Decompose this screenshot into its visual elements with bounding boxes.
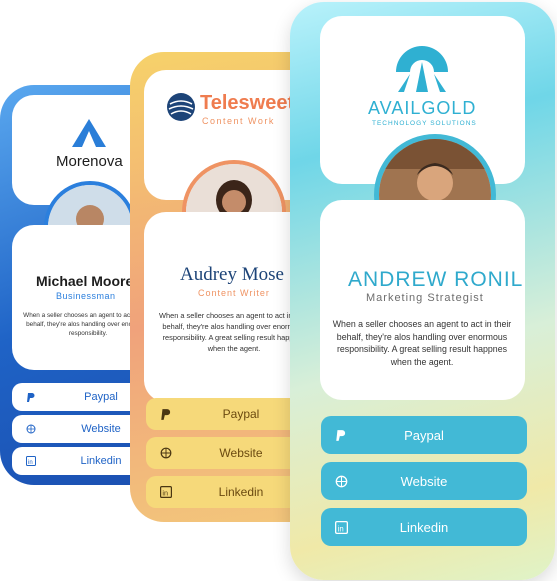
profile-role: Marketing Strategist <box>366 292 484 304</box>
linkedin-icon: in <box>160 486 172 498</box>
profile-name: Michael Moore <box>36 273 134 289</box>
linkedin-button[interactable]: in Linkedin <box>321 508 527 546</box>
svg-text:in: in <box>162 489 168 498</box>
svg-text:in: in <box>28 460 33 466</box>
profile-role: Businessman <box>56 291 116 301</box>
globe-icon <box>335 475 348 488</box>
paypal-icon <box>26 392 36 403</box>
company-logo-text: Morenova <box>56 153 123 170</box>
paypal-icon <box>335 429 347 442</box>
availgold-logo-icon <box>396 46 448 92</box>
company-tagline: Content Work <box>202 116 275 126</box>
morenova-logo-icon <box>72 119 106 147</box>
globe-icon <box>160 447 172 459</box>
svg-text:in: in <box>338 524 344 533</box>
globe-icon <box>26 424 36 434</box>
profile-name: ANDREW RONIL <box>348 268 524 291</box>
profile-role: Content Writer <box>198 288 270 298</box>
linkedin-icon: in <box>335 520 348 534</box>
company-logo-text: AVAILGOLD <box>368 98 477 118</box>
link-label: Website <box>400 473 448 489</box>
link-label: Linkedin <box>399 519 449 535</box>
company-logo-text: Telesweet <box>200 92 295 114</box>
paypal-button[interactable]: Paypal <box>321 416 527 454</box>
profile-card-phone-availgold: AVAILGOLD TECHNOLOGY SOLUTIONS ANDREW RO… <box>290 2 555 580</box>
card-body: ANDREW RONIL Marketing Strategist When a… <box>320 200 525 400</box>
company-tagline: TECHNOLOGY SOLUTIONS <box>372 120 477 127</box>
telesweet-logo-icon <box>167 93 195 121</box>
website-button[interactable]: Website <box>321 462 527 500</box>
paypal-icon <box>160 408 172 421</box>
profile-description: When a seller chooses an agent to act in… <box>332 319 512 367</box>
link-label: Paypal <box>404 427 444 443</box>
linkedin-icon: in <box>26 456 36 466</box>
profile-name: Audrey Mose <box>180 264 284 285</box>
